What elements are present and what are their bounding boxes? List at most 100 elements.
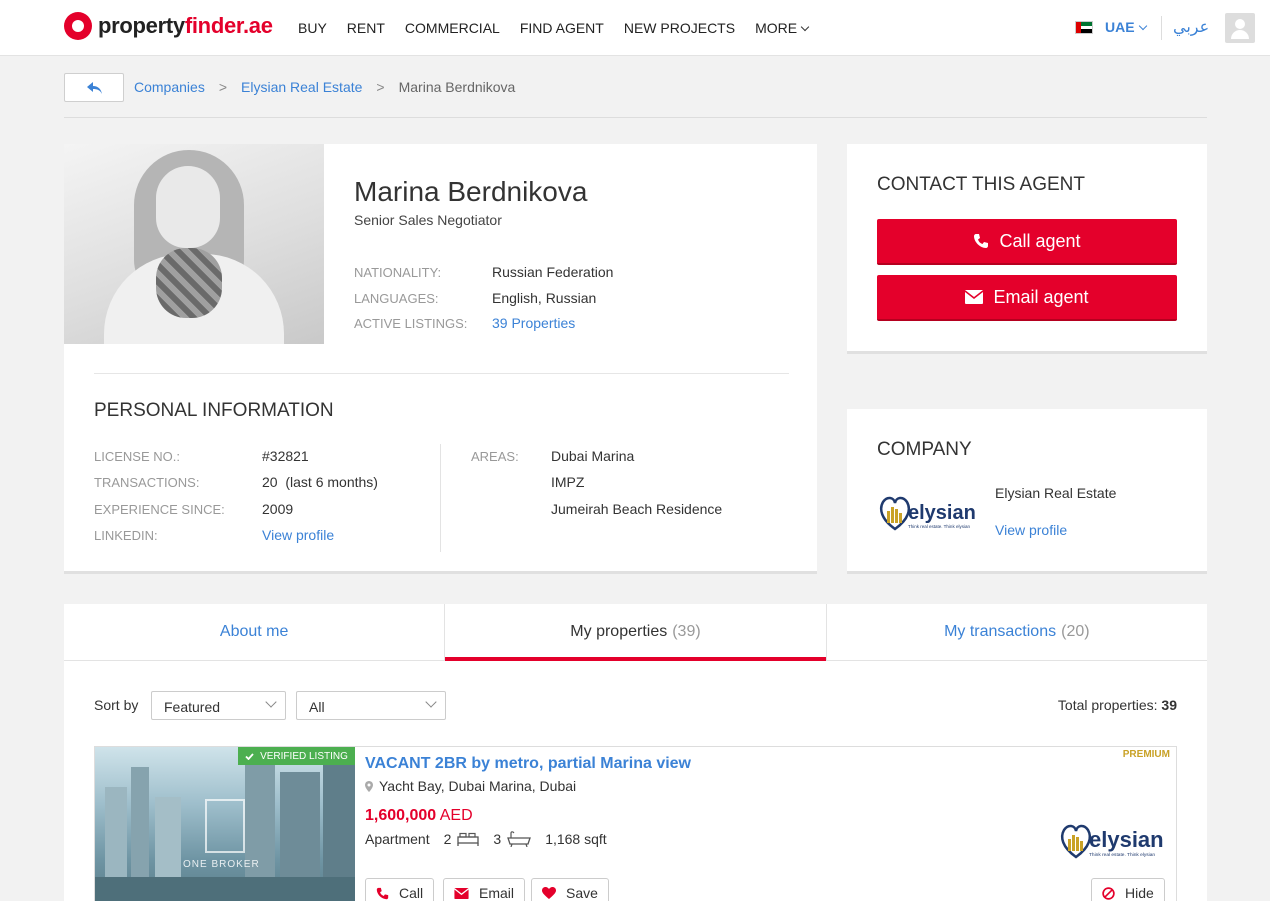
company-heading: COMPANY: [877, 439, 972, 460]
phone-icon: [376, 887, 389, 899]
area-size: 1,168 sqft: [545, 831, 607, 847]
tab-count: (39): [672, 623, 701, 640]
sort-label: Sort by: [94, 697, 139, 713]
listing-email-button[interactable]: Email: [443, 878, 526, 901]
languages-label: LANGUAGES:: [354, 291, 439, 306]
uae-flag-icon: [1075, 21, 1093, 34]
price-currency: AED: [439, 807, 473, 824]
email-agent-label: Email agent: [993, 286, 1089, 307]
save-label: Save: [566, 885, 598, 901]
nav-commercial[interactable]: COMMERCIAL: [405, 20, 500, 36]
logo-text-part1: property: [98, 13, 185, 38]
filter-select-value: All: [309, 699, 325, 715]
tab-my-properties[interactable]: My properties (39): [445, 604, 827, 661]
nav-rent[interactable]: RENT: [347, 20, 385, 36]
breadcrumb-separator: >: [218, 79, 228, 95]
call-agent-label: Call agent: [999, 230, 1081, 251]
verified-badge: VERIFIED LISTING: [238, 747, 355, 765]
nav-more-label: MORE: [755, 20, 798, 36]
call-agent-button[interactable]: Call agent: [877, 219, 1177, 265]
contact-agent-card: CONTACT THIS AGENT Call agent Email agen…: [847, 144, 1207, 354]
company-card: COMPANY elysian Think real estate. Think…: [847, 409, 1207, 574]
tab-about-me[interactable]: About me: [64, 604, 446, 660]
chevron-down-icon: [425, 696, 437, 708]
total-value: 39: [1161, 697, 1177, 713]
total-label: Total properties:: [1057, 697, 1158, 713]
profile-tabs: About me My properties (39) My transactio…: [64, 604, 1207, 661]
breadcrumb-companies[interactable]: Companies: [134, 79, 205, 95]
breadcrumb-separator: >: [376, 79, 385, 95]
watermark-logo: [205, 799, 245, 853]
header-divider: [1161, 16, 1162, 40]
agent-profile-card: Marina Berdnikova Senior Sales Negotiato…: [64, 144, 817, 574]
heart-icon: [542, 887, 556, 899]
info-column-divider: [440, 444, 441, 552]
back-button[interactable]: [64, 73, 124, 102]
envelope-icon: [965, 290, 984, 304]
envelope-icon: [454, 887, 469, 899]
breadcrumb-company[interactable]: Elysian Real Estate: [241, 79, 362, 95]
active-listings-link[interactable]: 39 Properties: [492, 315, 575, 331]
chevron-down-icon: [800, 22, 810, 31]
nav-find-agent[interactable]: FIND AGENT: [520, 20, 604, 36]
price-value: 1,600,000: [365, 807, 437, 824]
nav-more[interactable]: MORE: [755, 20, 810, 36]
svg-text:Think real estate. Think elysi: Think real estate. Think elysian: [908, 524, 970, 529]
filter-select[interactable]: All: [296, 691, 446, 720]
breadcrumb-divider: [64, 117, 1207, 118]
listing-call-button[interactable]: Call: [365, 878, 435, 901]
user-account-icon[interactable]: [1225, 13, 1255, 43]
location-pin-icon: [365, 780, 373, 792]
chevron-down-icon: [265, 696, 277, 708]
agent-photo: [64, 144, 324, 344]
premium-badge: PREMIUM: [1122, 749, 1170, 760]
call-label: Call: [399, 885, 424, 901]
logo-text-part2: finder.ae: [184, 13, 273, 38]
nationality-label: NATIONALITY:: [354, 265, 442, 280]
location-text: Yacht Bay, Dubai Marina, Dubai: [379, 778, 577, 794]
email-agent-button[interactable]: Email agent: [877, 275, 1177, 321]
license-label: LICENSE NO.:: [94, 449, 180, 464]
elysian-logo[interactable]: elysian Think real estate. Think elysian: [877, 489, 981, 535]
listing-location: Yacht Bay, Dubai Marina, Dubai: [365, 778, 576, 794]
property-image[interactable]: ONE BROKER VERIFIED LISTING: [95, 747, 355, 901]
experience-label: EXPERIENCE SINCE:: [94, 502, 225, 517]
sort-select[interactable]: Featured: [151, 691, 286, 720]
elysian-logo: elysian Think real estate. Think elysian: [1060, 824, 1164, 859]
linkedin-link[interactable]: View profile: [262, 527, 334, 543]
contact-heading: CONTACT THIS AGENT: [877, 174, 1085, 195]
listing-hide-button[interactable]: Hide: [1091, 878, 1165, 901]
nav-new-projects[interactable]: NEW PROJECTS: [624, 20, 735, 36]
listing-title-link[interactable]: VACANT 2BR by metro, partial Marina view: [365, 755, 691, 773]
chevron-down-icon: [1138, 21, 1147, 30]
email-label: Email: [479, 885, 515, 901]
svg-text:elysian: elysian: [1089, 827, 1164, 852]
hide-icon: [1102, 886, 1115, 900]
tab-label: About me: [219, 623, 289, 640]
nationality-value: Russian Federation: [492, 264, 614, 280]
svg-text:Think real estate. Think elysi: Think real estate. Think elysian: [1089, 852, 1155, 858]
watermark-text: ONE BROKER: [183, 859, 260, 870]
property-type: Apartment: [365, 831, 430, 847]
country-label: UAE: [1105, 19, 1135, 35]
property-listing-card[interactable]: ONE BROKER VERIFIED LISTING PREMIUM VACA…: [94, 746, 1177, 901]
language-switch[interactable]: عربي: [1173, 17, 1209, 37]
profile-divider: [94, 373, 789, 374]
bathrooms-count: 3: [493, 831, 502, 847]
total-properties: Total properties: 39: [1058, 697, 1177, 713]
active-listings-label: ACTIVE LISTINGS:: [354, 316, 468, 331]
area-item: IMPZ: [551, 474, 585, 490]
country-selector[interactable]: UAE: [1105, 19, 1147, 35]
nav-buy[interactable]: BUY: [298, 20, 327, 36]
agent-name: Marina Berdnikova: [354, 176, 588, 207]
bathtub-icon: [507, 831, 532, 847]
company-view-profile-link[interactable]: View profile: [995, 522, 1067, 538]
linkedin-label: LINKEDIN:: [94, 528, 158, 543]
site-logo[interactable]: propertyfinder.ae: [64, 12, 273, 40]
bedrooms-count: 2: [443, 831, 452, 847]
listing-save-button[interactable]: Save: [531, 878, 609, 901]
breadcrumb-current: Marina Berdnikova: [398, 79, 516, 95]
tab-my-transactions[interactable]: My transactions (20): [827, 604, 1207, 660]
transactions-value: 20 (last 6 months): [262, 474, 378, 490]
transactions-label: TRANSACTIONS:: [94, 475, 200, 490]
